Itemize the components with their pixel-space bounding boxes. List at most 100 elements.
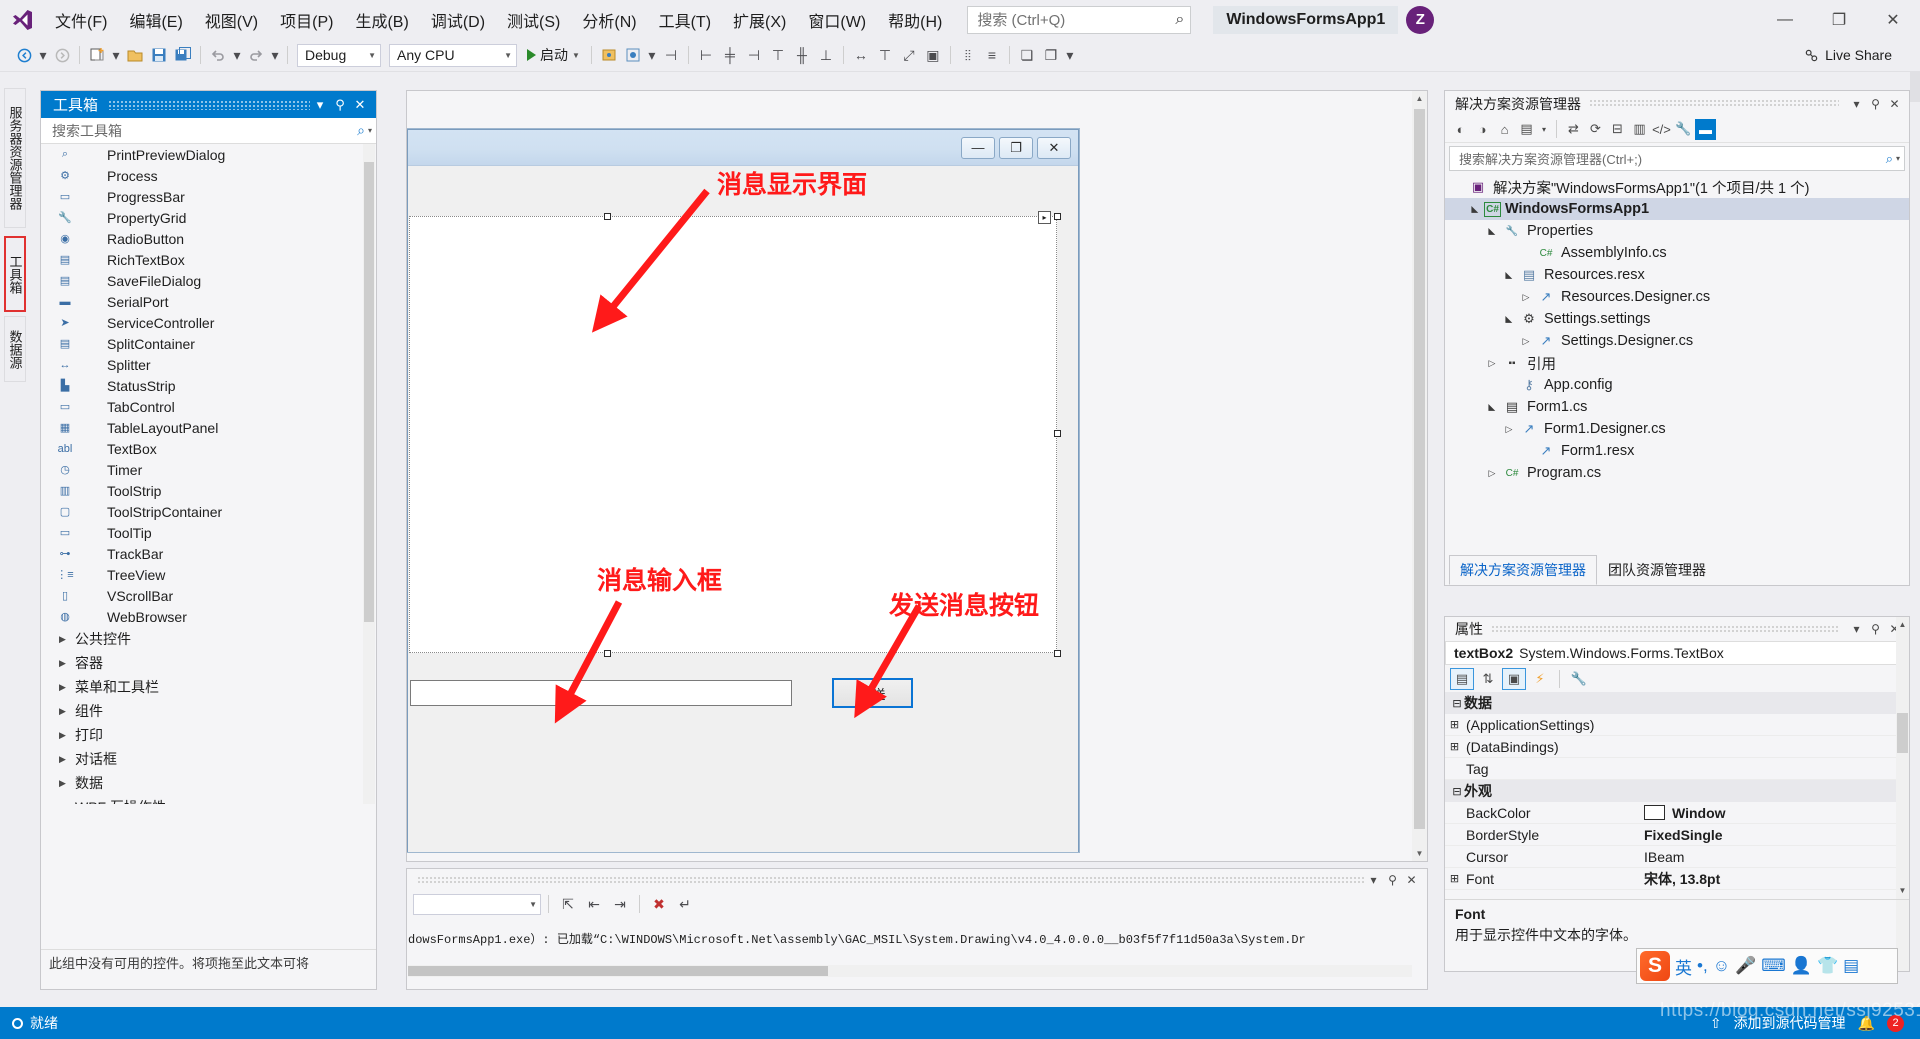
scroll-down-icon[interactable]: ▼	[1412, 846, 1427, 861]
tab-team-explorer[interactable]: 团队资源管理器	[1597, 555, 1717, 585]
menu-edit[interactable]: 编辑(E)	[118, 4, 193, 36]
toolbox-scroll-thumb[interactable]	[364, 162, 374, 622]
undo-icon[interactable]	[206, 44, 230, 66]
send-button[interactable]: 发送	[832, 678, 913, 708]
ime-keyboard-icon[interactable]: ⌨	[1761, 956, 1786, 976]
resize-grip-bottom[interactable]	[604, 650, 611, 657]
menu-project[interactable]: 项目(P)	[269, 4, 344, 36]
pin-icon[interactable]: ⚲	[1866, 622, 1885, 636]
drag-handle[interactable]	[108, 99, 310, 110]
align-lefts-icon[interactable]: ⊣	[659, 44, 683, 66]
form1-preview-window[interactable]: — ❐ ✕ ▸ 发送	[407, 129, 1079, 852]
properties-scroll-thumb[interactable]	[1897, 713, 1908, 753]
search-icon[interactable]: ⌕	[357, 122, 365, 139]
toolbox-item[interactable]: ⚙ Process	[41, 165, 376, 186]
scroll-up-icon[interactable]: ▲	[1896, 617, 1909, 631]
vtab-data-sources[interactable]: 数据源	[4, 316, 26, 382]
close-icon[interactable]: ✕	[1885, 97, 1904, 111]
chevron-down-icon[interactable]: ▾	[310, 97, 330, 113]
resize-grip-right[interactable]	[1054, 430, 1061, 437]
toolbox-item[interactable]: ⋮≡ TreeView	[41, 564, 376, 585]
expander-closed-icon[interactable]: ▷	[1483, 468, 1501, 479]
properties-view-icon[interactable]: ▣	[1502, 667, 1526, 690]
form-client-area[interactable]: ▸ 发送	[408, 166, 1078, 852]
sogou-logo-icon[interactable]: S	[1640, 951, 1670, 981]
solution-tree-item[interactable]: ◢ ▤ Form1.cs	[1445, 396, 1909, 418]
menu-window[interactable]: 窗口(W)	[797, 4, 877, 36]
toolbox-category[interactable]: ▶ 打印	[41, 723, 376, 747]
expander-closed-icon[interactable]: ▷	[1517, 336, 1535, 347]
save-all-icon[interactable]	[171, 44, 195, 66]
expander-open-icon[interactable]: ◢	[1470, 200, 1481, 218]
solution-tree-item[interactable]: ↗ Form1.resx	[1445, 440, 1909, 462]
toolbox-item[interactable]: ▤ RichTextBox	[41, 249, 376, 270]
menu-analyze[interactable]: 分析(N)	[571, 4, 647, 36]
forward-icon[interactable]: ◑	[1472, 119, 1493, 140]
expander-open-icon[interactable]: ◢	[1504, 266, 1515, 284]
solution-explorer-search-input[interactable]: 搜索解决方案资源管理器(Ctrl+;) ⌕ ▾	[1449, 146, 1905, 171]
account-avatar[interactable]: Z	[1406, 5, 1435, 34]
go-to-next-message-icon[interactable]: ⇥	[608, 893, 632, 915]
scroll-down-icon[interactable]: ▼	[1896, 883, 1909, 897]
toolbox-item[interactable]: ▭ ToolTip	[41, 522, 376, 543]
search-icon[interactable]: ⌕	[1886, 151, 1893, 167]
toolbox-item[interactable]: ▯ VScrollBar	[41, 585, 376, 606]
preview-dropdown-icon[interactable]: ▾	[645, 44, 659, 66]
menu-view[interactable]: 视图(V)	[194, 4, 269, 36]
clear-all-icon[interactable]: ✖	[647, 893, 671, 915]
properties-grid[interactable]: ⊟ 数据 ⊞ (ApplicationSettings) ⊞ (DataBindings)…	[1445, 692, 1909, 890]
solution-tree-item[interactable]: ▷ ↗ Settings.Designer.cs	[1445, 330, 1909, 352]
toolbox-item[interactable]: ◍ WebBrowser	[41, 606, 376, 627]
align-middles-icon[interactable]: ╫	[790, 44, 814, 66]
view-designer-icon[interactable]: ▬	[1695, 118, 1716, 140]
close-icon[interactable]: ✕	[350, 97, 370, 113]
expand-icon[interactable]: ⊞	[1445, 718, 1464, 731]
tab-solution-explorer[interactable]: 解决方案资源管理器	[1449, 555, 1597, 585]
ime-skin-icon[interactable]: 👕	[1817, 956, 1838, 976]
property-group-header[interactable]: ⊟ 数据	[1445, 692, 1909, 714]
close-icon[interactable]: ✕	[1402, 873, 1421, 887]
events-view-icon[interactable]: ⚡	[1528, 668, 1552, 690]
toolbox-item[interactable]: ▭ ProgressBar	[41, 186, 376, 207]
ime-punctuation-icon[interactable]: •,	[1697, 956, 1708, 976]
toggle-word-wrap-icon[interactable]: ↵	[673, 893, 697, 915]
expander-open-icon[interactable]: ◢	[1504, 310, 1515, 328]
solution-configuration-combo[interactable]: Debug ▼	[297, 43, 381, 67]
toolbox-category[interactable]: ▶ 容器	[41, 651, 376, 675]
solution-tree-item[interactable]: ◢ ▤ Resources.resx	[1445, 264, 1909, 286]
toolbox-item[interactable]: ⌕ PrintPreviewDialog	[41, 144, 376, 165]
property-row[interactable]: Tag	[1445, 758, 1909, 780]
toolbox-category[interactable]: ▶ 组件	[41, 699, 376, 723]
toolbox-item[interactable]: ▤ SplitContainer	[41, 333, 376, 354]
filter-dropdown-icon[interactable]: ▾	[1538, 119, 1550, 140]
navigate-back-dropdown-icon[interactable]: ▾	[36, 44, 50, 66]
expander-open-icon[interactable]: ◢	[1487, 398, 1498, 416]
toolbox-item[interactable]: ↔ Splitter	[41, 354, 376, 375]
toolbox-item-list[interactable]: ⌕ PrintPreviewDialog ⚙ Process ▭ ProgressBar 🔧…	[41, 144, 376, 804]
find-message-icon[interactable]: ⇱	[556, 893, 580, 915]
menu-extensions[interactable]: 扩展(X)	[722, 4, 797, 36]
collapse-all-icon[interactable]: ⊟	[1607, 119, 1628, 140]
toolbox-scrollbar[interactable]	[363, 144, 375, 804]
expander-closed-icon[interactable]: ▷	[1500, 424, 1518, 435]
output-scroll-thumb[interactable]	[408, 966, 828, 976]
solution-tree-item[interactable]: ▣ 解决方案"WindowsFormsApp1"(1 个项目/共 1 个)	[1445, 176, 1909, 198]
show-all-files-icon[interactable]: ▥	[1629, 119, 1650, 140]
toolbox-item[interactable]: ▢ ToolStripContainer	[41, 501, 376, 522]
properties-object-selector[interactable]: textBox2 System.Windows.Forms.TextBox ▼	[1445, 641, 1909, 665]
toolbox-item[interactable]: ▤ SaveFileDialog	[41, 270, 376, 291]
chevron-down-icon[interactable]: ▾	[1847, 97, 1866, 111]
solution-tree-item[interactable]: ⚷ App.config	[1445, 374, 1909, 396]
make-same-size-icon[interactable]: ⤢	[897, 44, 921, 66]
toolbox-item[interactable]: ➤ ServiceController	[41, 312, 376, 333]
property-row[interactable]: Cursor IBeam	[1445, 846, 1909, 868]
align-right-edges-icon[interactable]: ⊣	[742, 44, 766, 66]
property-row[interactable]: BorderStyle FixedSingle	[1445, 824, 1909, 846]
toolbox-category[interactable]: ▶ 公共控件	[41, 627, 376, 651]
solution-tree-item[interactable]: C# AssemblyInfo.cs	[1445, 242, 1909, 264]
output-drag-handle[interactable]	[417, 875, 1364, 885]
refresh-icon[interactable]: ⟳	[1585, 119, 1606, 140]
navigate-forward-icon[interactable]	[50, 44, 74, 66]
menu-file[interactable]: 文件(F)	[44, 4, 118, 36]
property-value-cell[interactable]: 宋体, 13.8pt	[1639, 869, 1909, 889]
